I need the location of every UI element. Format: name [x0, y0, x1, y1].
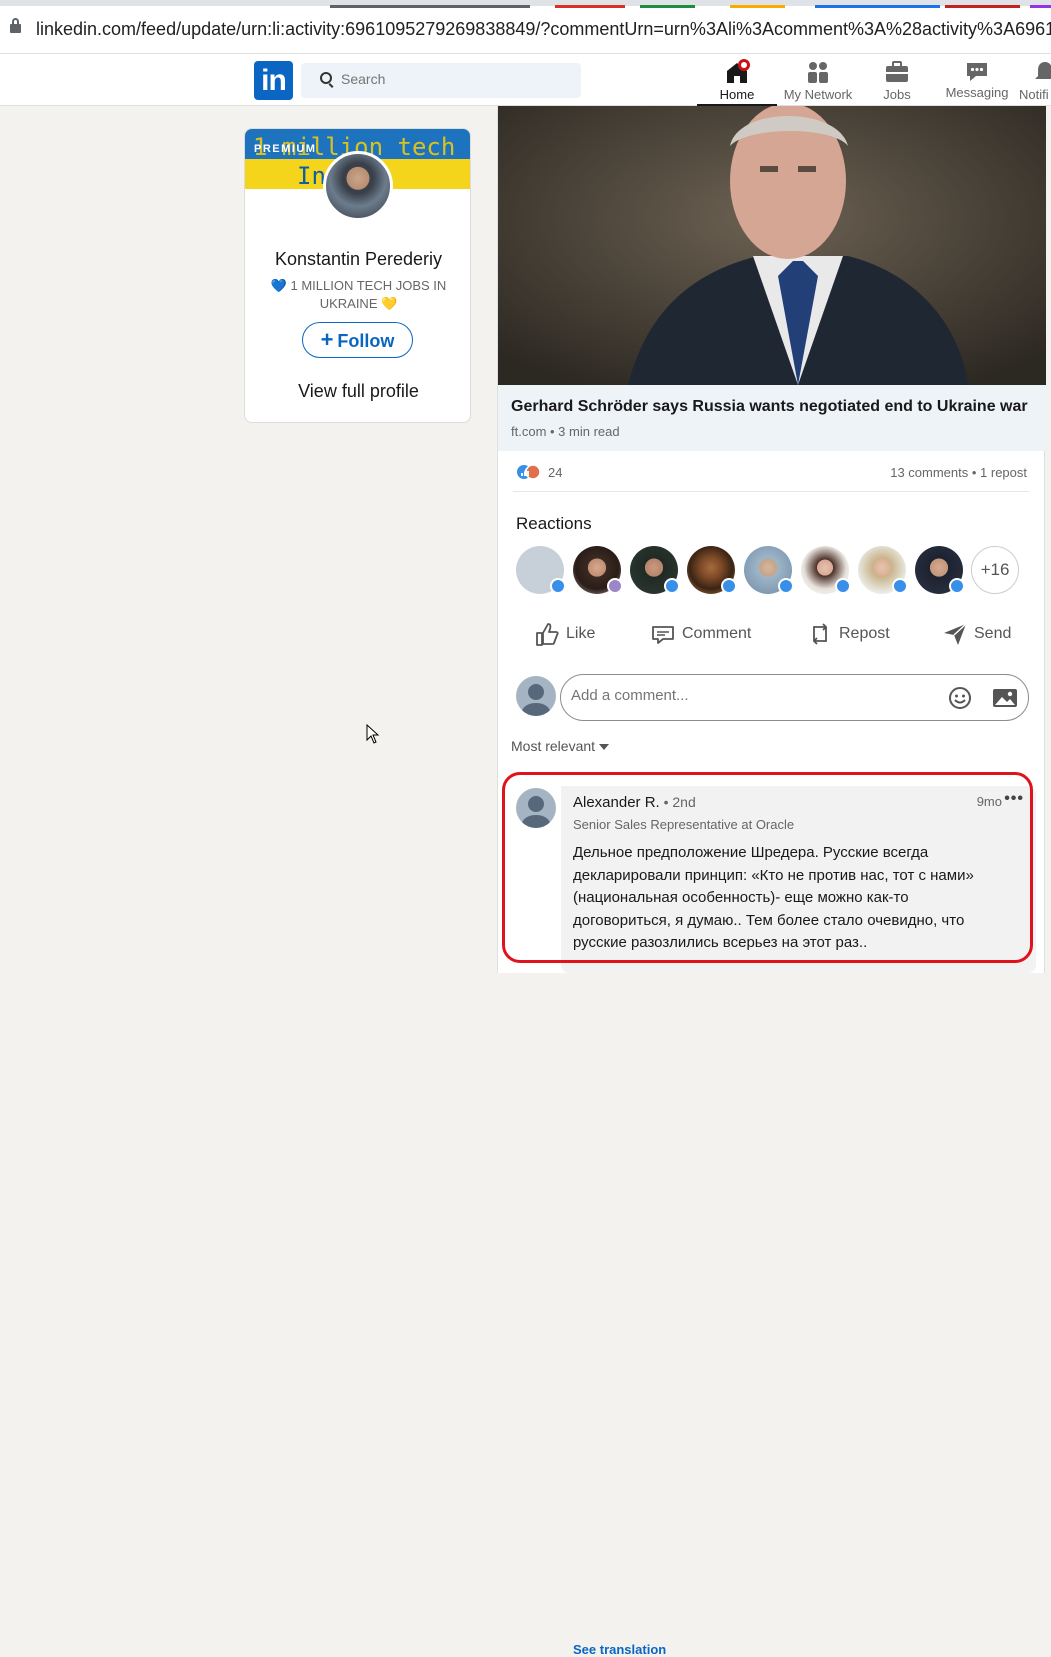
- like-badge-icon: [550, 578, 566, 594]
- comments-reposts-count[interactable]: 13 comments • 1 repost: [890, 465, 1027, 480]
- like-label: Like: [566, 625, 596, 642]
- image-icon[interactable]: [992, 686, 1018, 710]
- reactor-avatar[interactable]: [915, 546, 965, 594]
- linkedin-logo[interactable]: in: [254, 61, 293, 100]
- sort-label: Most relevant: [511, 738, 596, 754]
- search-bar[interactable]: [301, 63, 581, 98]
- reactor-avatar[interactable]: [687, 546, 737, 594]
- briefcase-icon: [886, 61, 908, 82]
- like-badge-icon: [949, 578, 965, 594]
- network-icon: [808, 62, 828, 83]
- nav-home[interactable]: Home: [697, 56, 777, 106]
- search-input[interactable]: [341, 71, 571, 87]
- bell-icon: [1035, 62, 1051, 79]
- plus-icon: +: [320, 327, 334, 352]
- nav-jobs-label: Jobs: [883, 87, 911, 102]
- profile-name[interactable]: Konstantin Perederiy: [245, 249, 470, 270]
- like-badge-icon: [778, 578, 794, 594]
- article-link-preview[interactable]: Gerhard Schröder says Russia wants negot…: [498, 385, 1046, 451]
- like-badge-icon: [892, 578, 908, 594]
- premium-badge: PREMIUM: [254, 143, 317, 155]
- comment-input[interactable]: [571, 687, 931, 704]
- article-title[interactable]: Gerhard Schröder says Russia wants negot…: [511, 398, 1028, 416]
- reaction-count-value: 24: [548, 464, 563, 480]
- reactor-avatar[interactable]: [858, 546, 908, 594]
- tab-indicator: [555, 5, 625, 8]
- send-icon: [944, 623, 967, 645]
- tab-indicator: [640, 5, 695, 8]
- url-text[interactable]: linkedin.com/feed/update/urn:li:activity…: [36, 19, 1051, 40]
- author-profile-card: 1 million tech jobs In ne PREMIUM Konsta…: [244, 128, 471, 423]
- like-badge-icon: [835, 578, 851, 594]
- repost-label: Repost: [839, 625, 890, 642]
- tab-indicator: [815, 5, 940, 8]
- current-user-avatar[interactable]: [516, 676, 556, 716]
- like-reaction-icon: [517, 464, 541, 480]
- follow-button[interactable]: + Follow: [302, 322, 413, 358]
- lock-icon[interactable]: [10, 18, 21, 33]
- profile-avatar[interactable]: [323, 151, 393, 221]
- nav-messaging[interactable]: Messaging: [937, 56, 1017, 104]
- nav-home-label: Home: [719, 87, 755, 102]
- nav-messaging-label: Messaging: [945, 85, 1009, 100]
- nav-notifications[interactable]: Notifi: [1015, 56, 1051, 104]
- repost-button[interactable]: Repost: [807, 614, 890, 654]
- send-button[interactable]: Send: [942, 614, 1011, 654]
- thumbs-up-icon: [536, 622, 559, 646]
- nav-jobs[interactable]: Jobs: [862, 56, 932, 104]
- mouse-cursor-icon: [366, 724, 380, 744]
- view-full-profile-link[interactable]: View full profile: [245, 381, 470, 402]
- like-button[interactable]: Like: [534, 614, 595, 654]
- like-badge-icon: [664, 578, 680, 594]
- tab-indicator: [945, 5, 1020, 8]
- reactions-heading: Reactions: [516, 514, 592, 533]
- comment-button[interactable]: Comment: [650, 614, 751, 654]
- reactor-avatar[interactable]: [573, 546, 623, 594]
- reactor-avatar[interactable]: [630, 546, 680, 594]
- send-label: Send: [974, 625, 1012, 642]
- reaction-icons: [516, 464, 542, 483]
- nav-my-network-label: My Network: [783, 87, 853, 102]
- see-translation-link[interactable]: See translation: [573, 1642, 666, 1657]
- comment-label: Comment: [682, 625, 752, 642]
- person-placeholder-icon: [522, 684, 550, 716]
- red-highlight-box: [502, 772, 1033, 963]
- article-photo: [498, 106, 1046, 385]
- post-actions: Like Comment Repost Send: [498, 614, 1046, 654]
- emoji-icon[interactable]: [948, 686, 972, 710]
- home-icon: [727, 59, 750, 83]
- nav-notifications-label: Notifi: [1019, 87, 1049, 102]
- reactor-avatar[interactable]: [744, 546, 794, 594]
- caret-down-icon: [599, 744, 610, 751]
- messaging-icon: [967, 63, 987, 81]
- sort-dropdown[interactable]: Most relevant: [511, 738, 610, 754]
- reactors-list: +16: [516, 546, 1036, 594]
- nav-my-network[interactable]: My Network: [777, 56, 859, 104]
- more-reactors-button[interactable]: +16: [971, 546, 1019, 594]
- support-badge-icon: [607, 578, 623, 594]
- reaction-summary[interactable]: 24: [516, 464, 562, 483]
- comment-input-box[interactable]: [560, 674, 1029, 721]
- follow-label: Follow: [337, 331, 395, 351]
- browser-tab-strip: [0, 0, 1051, 8]
- article-image[interactable]: [498, 106, 1046, 385]
- comment-icon: [652, 625, 674, 644]
- reactor-avatar[interactable]: [801, 546, 851, 594]
- divider: [513, 491, 1029, 492]
- search-icon: [320, 72, 332, 84]
- article-source: ft.com • 3 min read: [511, 424, 620, 439]
- profile-headline: 💙 1 MILLION TECH JOBS IN UKRAINE 💛: [270, 278, 447, 311]
- tab-indicator: [1030, 5, 1051, 8]
- like-badge-icon: [721, 578, 737, 594]
- repost-icon: [812, 623, 828, 645]
- reactor-avatar[interactable]: [516, 546, 566, 594]
- tab-indicator: [730, 5, 785, 8]
- tab-indicator: [330, 5, 530, 8]
